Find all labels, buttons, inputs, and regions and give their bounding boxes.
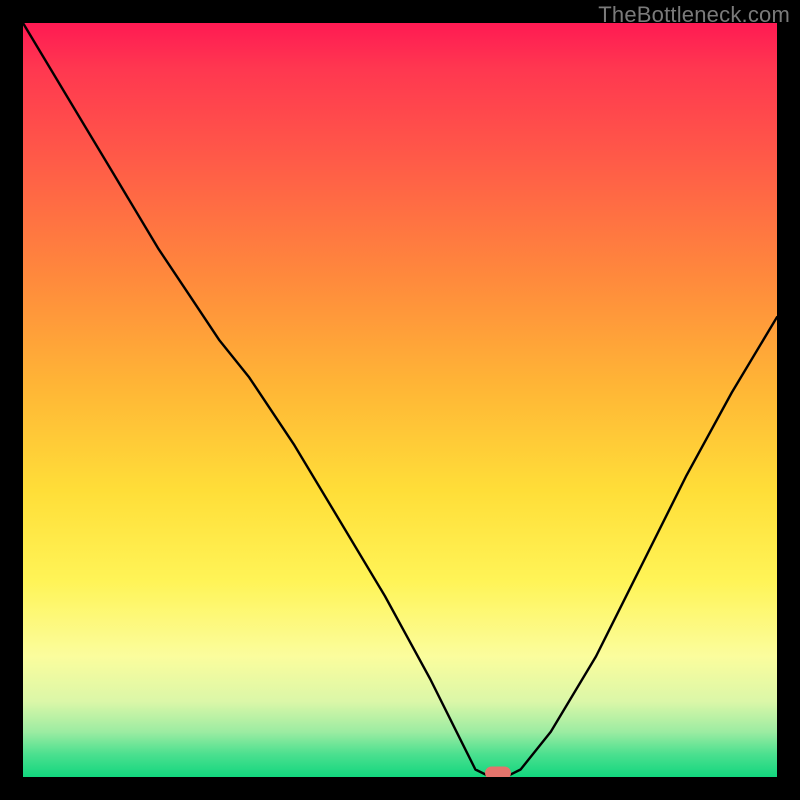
plot-area — [23, 23, 777, 777]
bottleneck-curve — [23, 23, 777, 777]
watermark-text: TheBottleneck.com — [598, 2, 790, 28]
optimal-marker — [485, 767, 511, 778]
chart-frame: TheBottleneck.com — [0, 0, 800, 800]
